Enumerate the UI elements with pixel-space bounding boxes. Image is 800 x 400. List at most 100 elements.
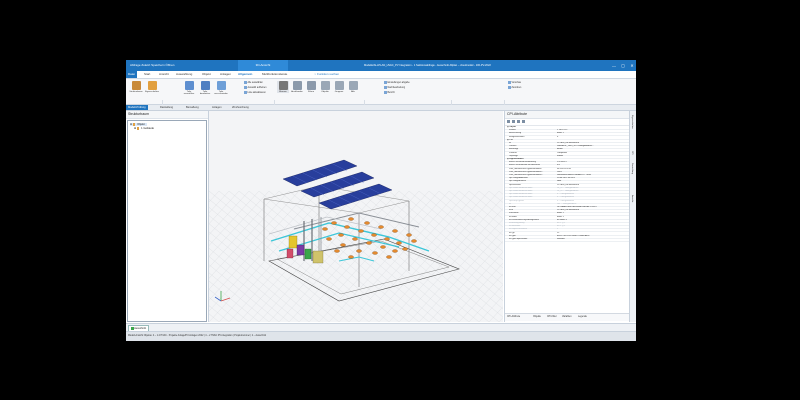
tab-cpi-filter[interactable]: CPI-Filter [547, 316, 557, 318]
sort-icon[interactable] [507, 120, 510, 123]
equipment-marker[interactable] [331, 221, 337, 225]
context-tab-3d-view[interactable]: 3D-Ansicht [238, 60, 288, 71]
postprocess-icon [384, 86, 387, 89]
hide-button[interactable]: Ausblenden [291, 81, 303, 93]
equipment-marker[interactable] [334, 249, 340, 253]
edit-parts-button[interactable]: Teile bearbeiten [198, 81, 212, 95]
tree-node-object[interactable]: ⊟ Objekt [130, 123, 147, 126]
3d-model-canvas[interactable] [209, 111, 503, 322]
cut-parts-button[interactable]: Teile ausschneiden [214, 81, 228, 95]
filter-button[interactable]: Filtern [305, 81, 317, 93]
settings-icon [384, 81, 387, 84]
refresh-list-button[interactable]: Liste aktualisieren [244, 91, 266, 94]
menu-tab-ribbon[interactable]: Multifunktionsleiste [262, 72, 287, 76]
tab-model-check[interactable]: Modell-Prüfung [126, 105, 148, 110]
report-button[interactable]: Bericht [384, 91, 395, 94]
quick-access-toolbar[interactable]: Abfrage Zuletzt Speichern Öffnen [130, 63, 174, 67]
properties-tabs: CPI-Attribute Objekte CPI-Filter Variabl… [505, 313, 629, 321]
side-tab-properties[interactable]: Eigenschaften [631, 115, 633, 129]
property-row[interactable]: IfcTypeObjectName Verteiler [505, 238, 629, 243]
preview-button[interactable]: Vorschau [508, 81, 521, 84]
close-icon[interactable]: ✕ [628, 60, 636, 71]
menu-file[interactable]: Datei [126, 71, 138, 78]
structure-tree-icon [131, 81, 141, 90]
menu-tab-selection[interactable]: Auswahlung [176, 72, 192, 76]
equipment-marker[interactable] [340, 243, 346, 247]
tab-dimensioning[interactable]: Bemaßung [184, 105, 201, 110]
equipment-marker[interactable] [392, 249, 398, 253]
status-text: Modell-Ansicht Objekte: 4 – 1.2 HVAC - P… [128, 335, 267, 337]
tab-objects[interactable]: Objekte [533, 316, 541, 318]
equipment-marker[interactable] [411, 239, 417, 243]
side-tab-display[interactable]: Darstellung [631, 163, 633, 174]
properties-toolbar [505, 119, 629, 126]
all-icon [348, 81, 358, 90]
properties-grid: ⊟ Objekt Volltext 1 14.0.5.12 Bezeichnung BN… [505, 126, 629, 312]
side-tab-view[interactable]: Ansicht [631, 195, 633, 202]
equipment-marker[interactable] [326, 237, 332, 241]
expand-icon[interactable]: ⊞ [134, 127, 136, 130]
menu-tab-view[interactable]: Ansicht [159, 72, 169, 76]
cpi-attributes-panel: CPI-Attribute ⊟ Objekt Volltext 1 14.0.5.1… [504, 111, 629, 322]
assign-button[interactable]: Zuordnen [508, 86, 521, 89]
tab-installations[interactable]: Anlagen [210, 105, 224, 110]
3d-viewport[interactable] [209, 111, 503, 322]
building-icon [136, 127, 140, 130]
properties-button[interactable]: Eigenschaften [145, 81, 159, 93]
settings-export-button[interactable]: Einstellungen abgabe [384, 81, 410, 84]
equipment-marker[interactable] [396, 241, 402, 245]
window-title: Modelle\ALLPLAN_HVAC_PV Integration - 1 … [364, 64, 491, 67]
select-parts-button[interactable]: Teile auswählen [182, 81, 196, 95]
filter-icon[interactable] [517, 120, 520, 123]
all-button[interactable]: Alle [347, 81, 359, 93]
maximize-icon[interactable]: ▢ [619, 60, 627, 71]
equipment-marker[interactable] [348, 255, 354, 259]
hide-icon [292, 81, 302, 90]
equipment-marker[interactable] [384, 237, 390, 241]
equipment-marker[interactable] [402, 247, 408, 251]
tab-cpi-attributes[interactable]: CPI-Attribute [507, 316, 520, 318]
equipment-marker[interactable] [338, 233, 344, 237]
minimize-icon[interactable]: — [610, 60, 618, 71]
postprocessing-button[interactable]: Nachbearbeitung [384, 86, 405, 89]
tree-node-building[interactable]: ⊞ 1 Gebäude [134, 127, 154, 130]
objects-button[interactable]: Objekte [319, 81, 331, 93]
equipment-marker[interactable] [344, 225, 350, 229]
side-tab-cpi[interactable]: CPI [631, 151, 633, 155]
layers-button[interactable]: Ebenen [277, 81, 289, 93]
equipment-marker[interactable] [366, 241, 372, 245]
menu-tab-general[interactable]: Allgemein [238, 72, 252, 76]
expand-icon[interactable]: ⊟ [130, 123, 132, 126]
equipment-marker[interactable] [392, 229, 398, 233]
equipment-marker[interactable] [348, 217, 354, 221]
select-all-button[interactable]: Alle auswählen [244, 81, 263, 84]
equipment-marker[interactable] [364, 221, 370, 225]
equipment-marker[interactable] [380, 245, 386, 249]
groups-button[interactable]: Gruppen [333, 81, 345, 93]
tab-legend[interactable]: Legende [578, 316, 587, 318]
equipment-marker[interactable] [358, 229, 364, 233]
assign-icon [508, 86, 511, 89]
export-icon[interactable] [522, 120, 525, 123]
deselect-button[interactable]: Auswahl aufheben [244, 86, 266, 89]
menu-tab-start[interactable]: Start [144, 72, 150, 76]
cpi-attributes-title: CPI-Attribute [505, 111, 629, 119]
group-icon[interactable] [512, 120, 515, 123]
equipment-marker[interactable] [371, 233, 377, 237]
tab-2d-assignment[interactable]: 2D-Zuordnung [230, 105, 251, 110]
equipment-marker[interactable] [406, 233, 412, 237]
structure-tree-button[interactable]: Strukturbaum [129, 81, 143, 93]
equipment-marker[interactable] [386, 255, 392, 259]
tab-display[interactable]: Darstellung [158, 105, 175, 110]
menu-tab-installations[interactable]: Anlagen [220, 72, 231, 76]
equipment-marker[interactable] [322, 227, 328, 231]
search-function[interactable]: ♀ Funktion suchen [314, 72, 339, 76]
menu-tab-object[interactable]: Objekt [202, 72, 211, 76]
property-key: IfcTypeObjectName [509, 238, 528, 240]
equipment-marker[interactable] [356, 249, 362, 253]
tab-variables[interactable]: Variablen [562, 316, 572, 318]
equipment-marker[interactable] [378, 225, 384, 229]
deselect-icon [244, 86, 247, 89]
equipment-marker[interactable] [352, 237, 358, 241]
equipment-marker[interactable] [372, 251, 378, 255]
